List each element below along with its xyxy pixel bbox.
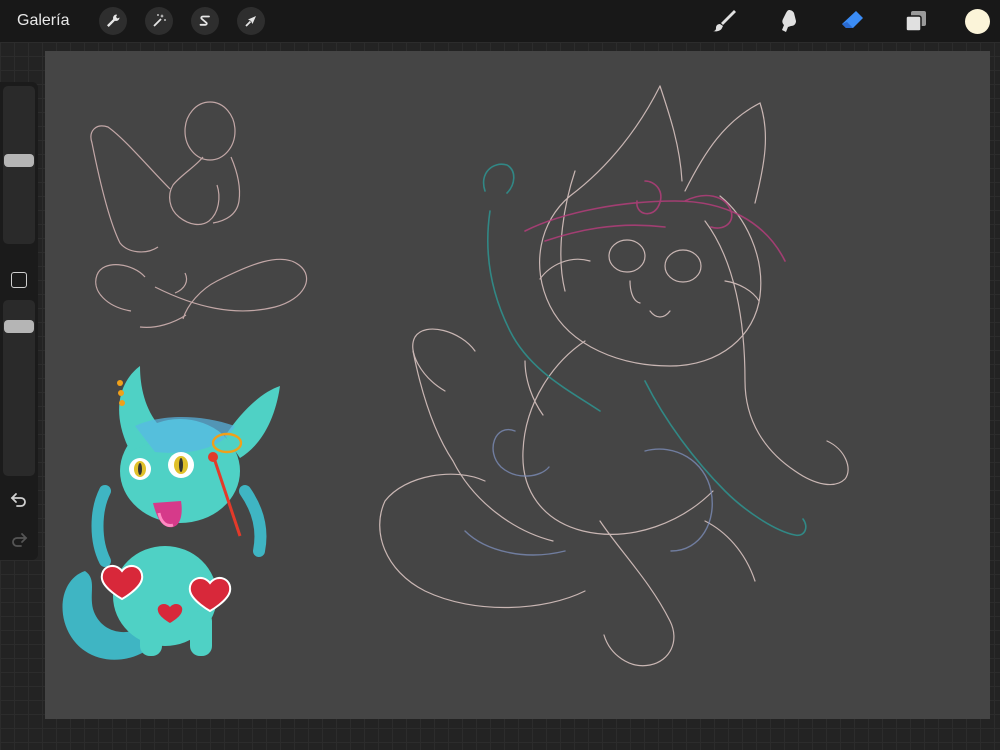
pose-sketch	[90, 101, 308, 328]
brush-icon	[713, 10, 736, 32]
modify-button[interactable]	[11, 272, 27, 288]
selection-icon	[200, 15, 211, 26]
transform-button[interactable]	[237, 7, 266, 35]
artwork	[62, 85, 849, 667]
top-toolbar: Galería	[0, 0, 1000, 42]
drawing-canvas[interactable]	[45, 51, 990, 719]
eraser-icon	[842, 11, 863, 28]
magic-wand-icon	[153, 14, 167, 27]
gallery-button[interactable]: Galería	[17, 12, 69, 30]
transform-arrow-icon	[245, 16, 257, 27]
tool-group	[675, 0, 1000, 42]
eraser-tool[interactable]	[837, 6, 867, 36]
left-sidebar	[0, 82, 38, 560]
wrench-icon	[107, 14, 120, 27]
redo-icon	[12, 533, 28, 547]
undo-button[interactable]	[9, 490, 29, 510]
smudge-icon	[782, 10, 796, 32]
character-sketch	[379, 85, 849, 667]
selection-button[interactable]	[191, 7, 220, 35]
brush-tool[interactable]	[709, 6, 739, 36]
undo-icon	[10, 493, 26, 507]
brush-size-thumb[interactable]	[4, 154, 34, 167]
smudge-tool[interactable]	[773, 6, 803, 36]
opacity-thumb[interactable]	[4, 320, 34, 333]
actions-button[interactable]	[99, 7, 128, 35]
color-picker[interactable]	[965, 8, 990, 34]
colored-character	[62, 366, 280, 660]
layers-icon	[905, 11, 926, 32]
adjustments-button[interactable]	[145, 7, 174, 35]
brush-size-slider[interactable]	[3, 86, 35, 244]
layers-tool[interactable]	[901, 6, 931, 36]
redo-button[interactable]	[9, 530, 29, 550]
opacity-slider[interactable]	[3, 300, 35, 476]
